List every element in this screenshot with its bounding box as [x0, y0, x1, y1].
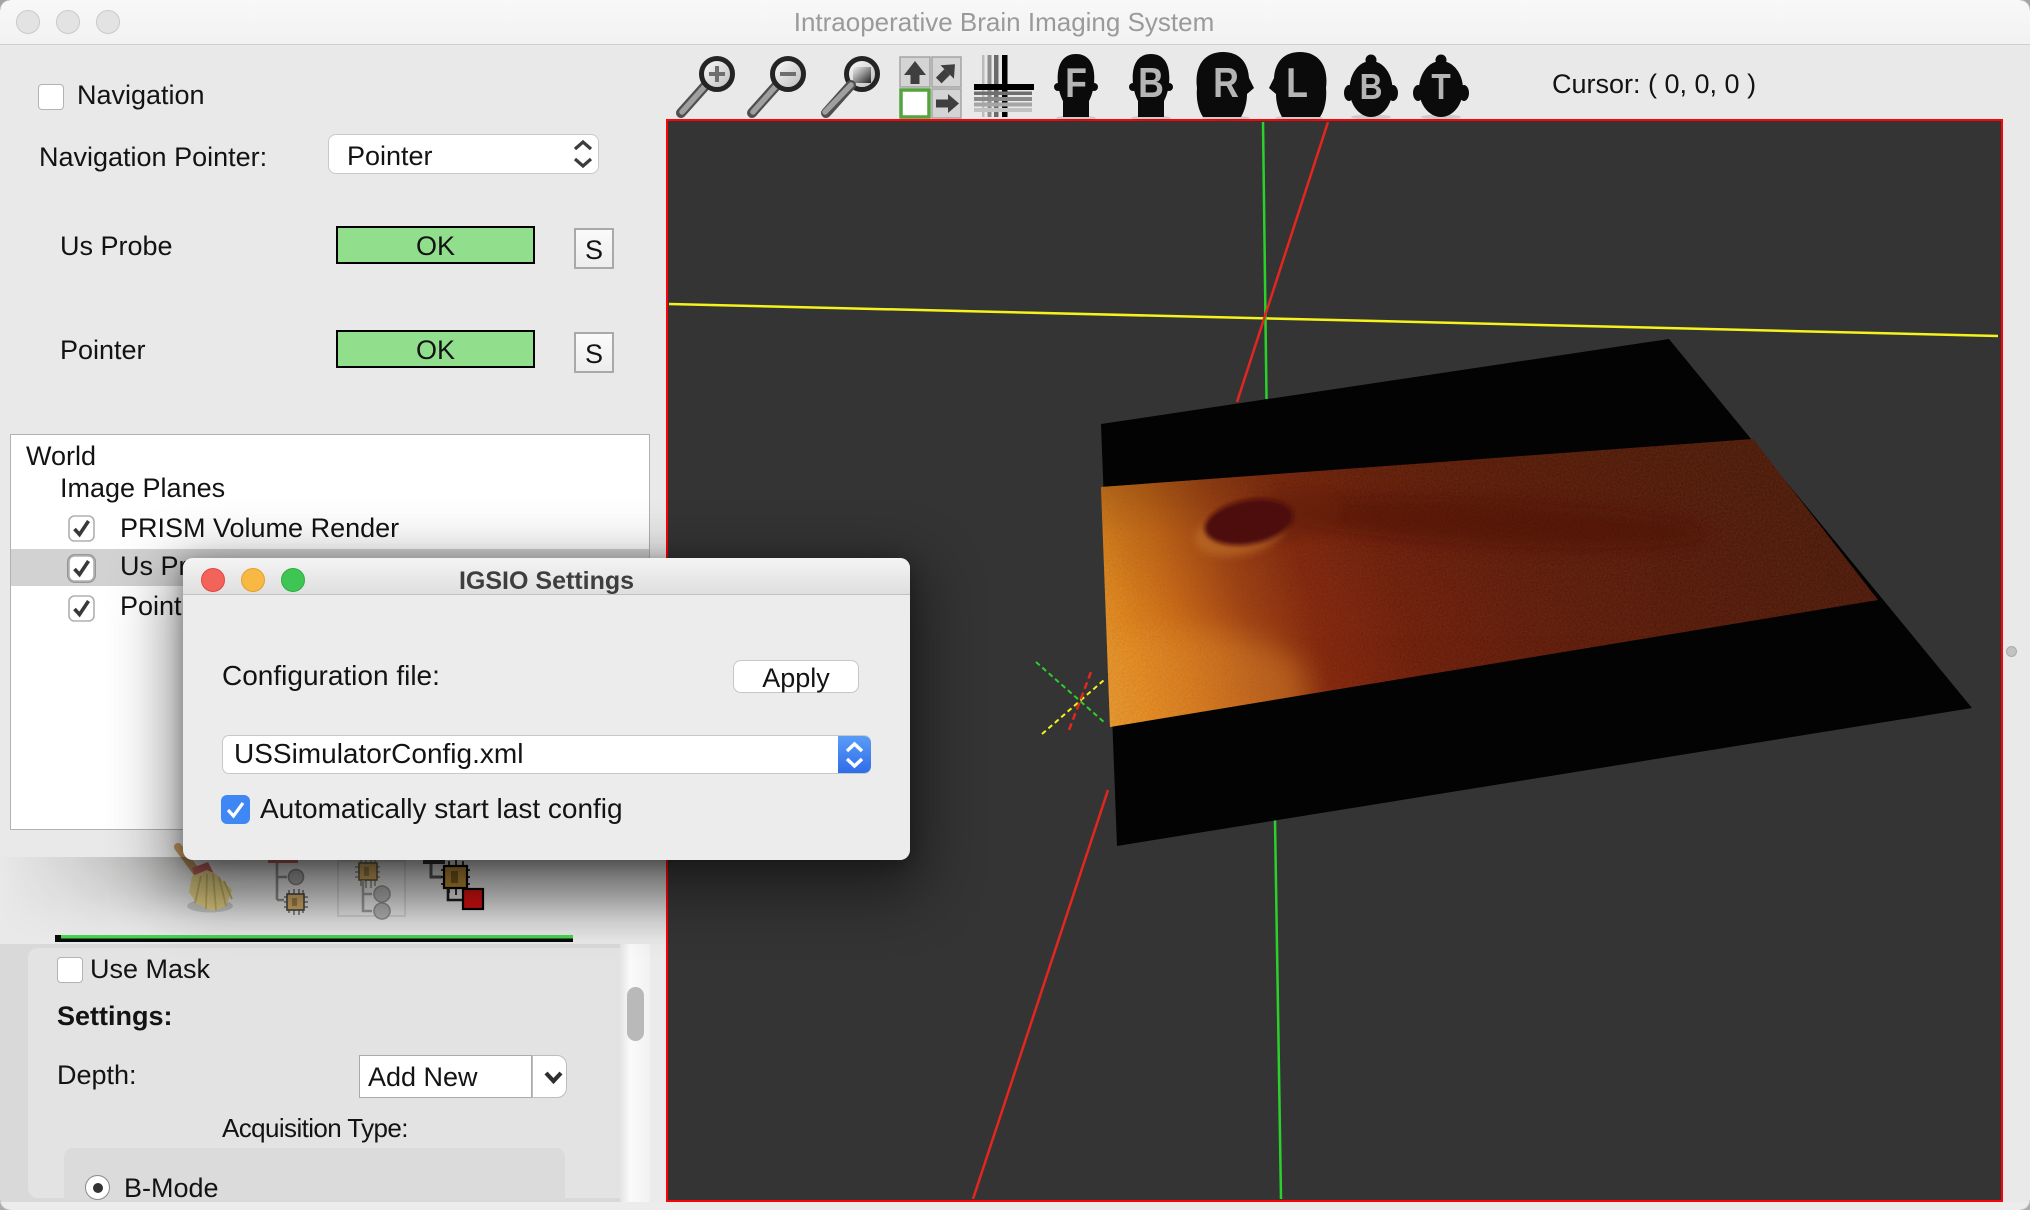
svg-text:B: B: [1138, 60, 1164, 106]
svg-text:L: L: [1286, 60, 1308, 106]
svg-text:T: T: [1431, 67, 1451, 107]
svg-text:B: B: [1360, 67, 1383, 107]
svg-text:F: F: [1065, 60, 1087, 106]
svg-text:R: R: [1213, 60, 1239, 106]
